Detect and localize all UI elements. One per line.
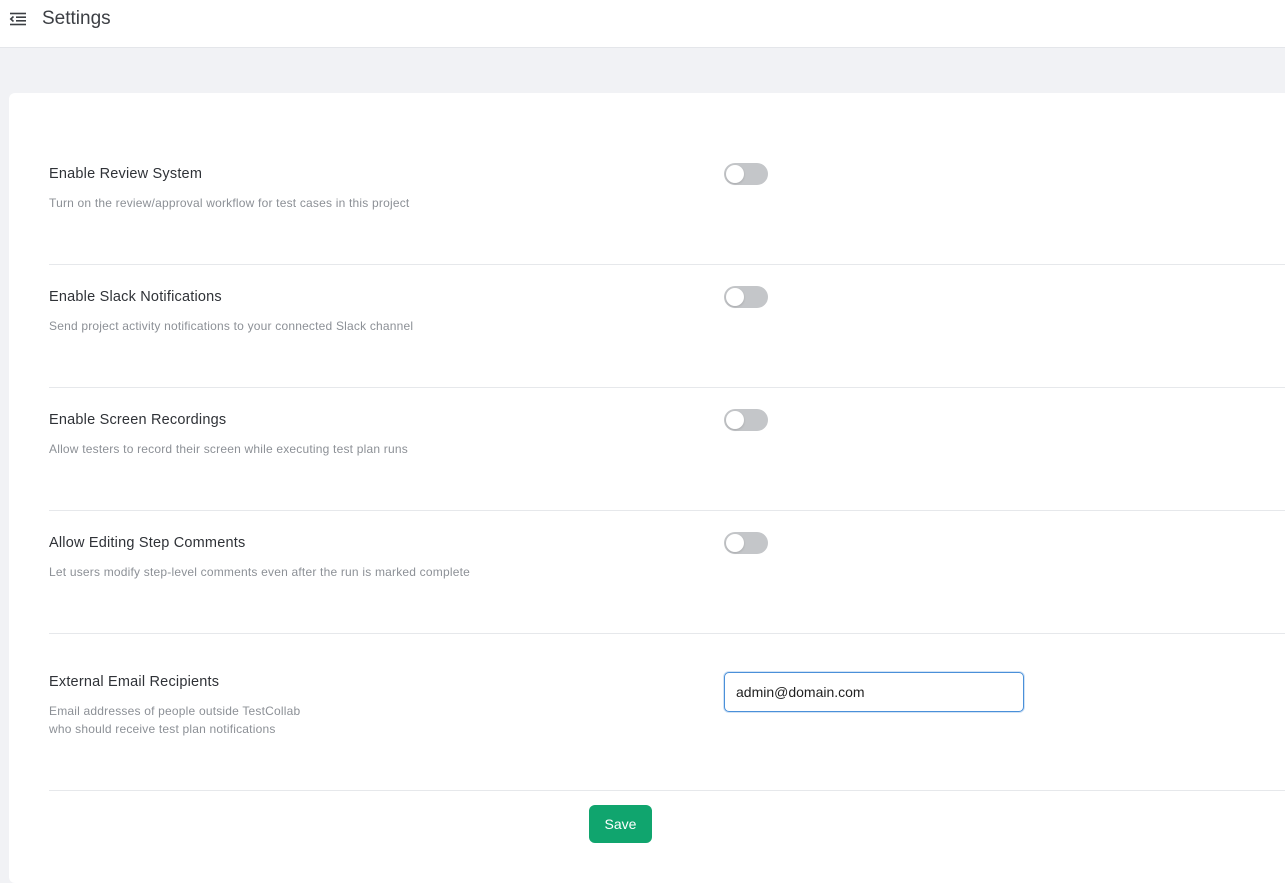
settings-card: Enable Review System Turn on the review/… xyxy=(9,93,1285,883)
setting-description: Email addresses of people outside TestCo… xyxy=(49,704,301,718)
setting-label: Enable Review System xyxy=(49,166,203,182)
setting-description: Turn on the review/approval workflow for… xyxy=(49,196,410,210)
toggle-knob xyxy=(726,288,744,306)
setting-label: Allow Editing Step Comments xyxy=(49,535,246,551)
setting-row-review: Enable Review System Turn on the review/… xyxy=(49,93,1285,265)
setting-description: Send project activity notifications to y… xyxy=(49,319,414,333)
setting-label: Enable Screen Recordings xyxy=(49,412,227,428)
save-button[interactable]: Save xyxy=(589,805,652,843)
toggle-knob xyxy=(726,165,744,183)
external-email-input[interactable] xyxy=(724,672,1024,712)
step-comments-toggle[interactable] xyxy=(724,532,768,554)
toggle-knob xyxy=(726,411,744,429)
setting-description: who should receive test plan notificatio… xyxy=(49,722,276,736)
setting-description: Let users modify step-level comments eve… xyxy=(49,565,470,579)
setting-label: Enable Slack Notifications xyxy=(49,289,222,305)
setting-label: External Email Recipients xyxy=(49,674,220,690)
setting-row-slack: Enable Slack Notifications Send project … xyxy=(49,265,1285,388)
menu-collapse-icon[interactable] xyxy=(9,11,27,27)
setting-row-recordings: Enable Screen Recordings Allow testers t… xyxy=(49,388,1285,511)
screen-recordings-toggle[interactable] xyxy=(724,409,768,431)
setting-description: Allow testers to record their screen whi… xyxy=(49,442,408,456)
toggle-knob xyxy=(726,534,744,552)
top-bar: Settings xyxy=(0,0,1285,48)
slack-notifications-toggle[interactable] xyxy=(724,286,768,308)
page-title: Settings xyxy=(42,8,111,29)
setting-row-step-comments: Allow Editing Step Comments Let users mo… xyxy=(49,511,1285,634)
setting-row-external-email: External Email Recipients Email addresse… xyxy=(49,634,1285,791)
review-system-toggle[interactable] xyxy=(724,163,768,185)
